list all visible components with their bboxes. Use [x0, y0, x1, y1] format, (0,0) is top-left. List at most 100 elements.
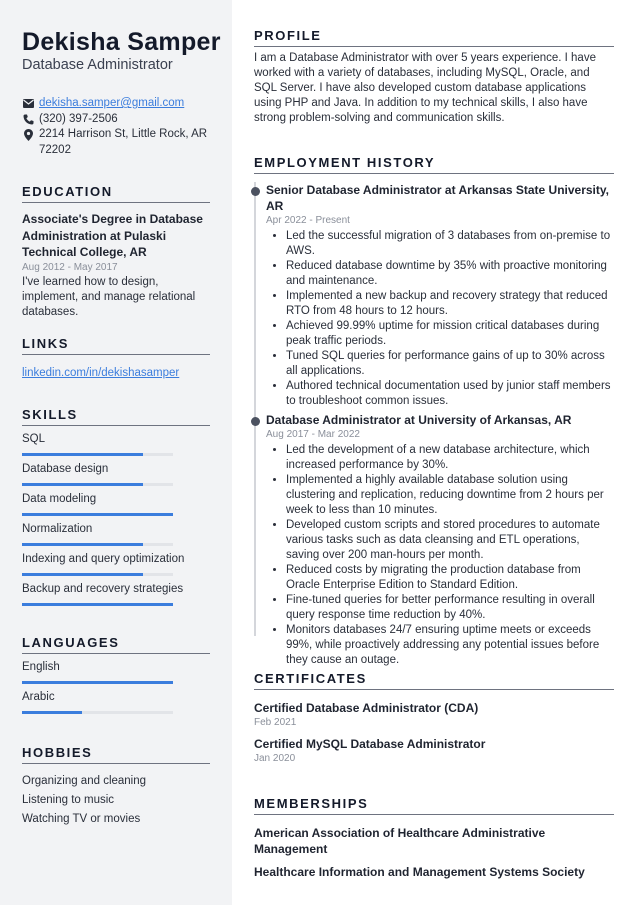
employment-section: EMPLOYMENT HISTORY Senior Database Admin…: [250, 155, 614, 668]
education-dates: Aug 2012 - May 2017: [22, 261, 118, 273]
certificate-title: Certified Database Administrator (CDA): [254, 701, 479, 715]
level-bar-fill: [22, 681, 173, 684]
job-bullet: Led the successful migration of 3 databa…: [286, 229, 614, 259]
certificates-section: CERTIFICATES Certified Database Administ…: [254, 671, 614, 766]
job-entry: Database Administrator at University of …: [250, 412, 614, 668]
profile-text: I am a Database Administrator with over …: [254, 52, 596, 124]
job-bullet: Reduced database downtime by 35% with pr…: [286, 259, 614, 289]
phone-text: (320) 397-2506: [39, 112, 118, 125]
contact-phone: (320) 397-2506: [22, 112, 212, 128]
job-bullet: Implemented a new backup and recovery st…: [286, 289, 614, 319]
level-bar-fill: [22, 483, 143, 486]
skill-label: Data modeling: [22, 493, 97, 505]
level-bar-track: [22, 513, 173, 516]
membership-item: American Association of Healthcare Admin…: [254, 826, 546, 856]
hobbies-heading: HOBBIES: [22, 745, 210, 764]
skill-item: SQL: [22, 426, 210, 456]
sidebar: Dekisha Samper Database Administrator de…: [0, 0, 232, 905]
language-label: English: [22, 661, 60, 673]
certificate-date: Feb 2021: [254, 717, 297, 728]
language-item: Arabic: [22, 684, 210, 714]
job-bullet: Monitors databases 24/7 ensuring uptime …: [286, 623, 614, 668]
certificate-date: Jan 2020: [254, 753, 296, 764]
level-bar-fill: [22, 453, 143, 456]
timeline-dot-icon: [250, 417, 260, 426]
skill-item: Indexing and query optimization: [22, 546, 210, 576]
certificate-item: Certified Database Administrator (CDA) F…: [254, 700, 614, 730]
level-bar-fill: [22, 543, 143, 546]
job-bullet: Fine-tuned queries for better performanc…: [286, 593, 614, 623]
job-bullet: Implemented a highly available database …: [286, 473, 614, 518]
envelope-icon: [22, 96, 34, 111]
education-degree: Associate's Degree in Database Administr…: [22, 212, 203, 259]
skills-list: SQL Database design Data modeling Normaliza…: [22, 426, 210, 606]
level-bar-track: [22, 711, 173, 714]
skills-section: SKILLS SQL Database design Data modeling No…: [22, 407, 210, 606]
hobby-item: Listening to music: [22, 794, 115, 806]
job-bullet: Achieved 99.99% uptime for mission criti…: [286, 319, 614, 349]
timeline-dot-icon: [250, 187, 260, 196]
linkedin-link[interactable]: linkedin.com/in/dekishasamper: [22, 367, 179, 379]
job-bullet: Authored technical documentation used by…: [286, 379, 614, 409]
email-link[interactable]: dekisha.samper@gmail.com: [39, 96, 184, 112]
language-label: Arabic: [22, 691, 55, 703]
employment-timeline: Senior Database Administrator at Arkansa…: [250, 182, 614, 668]
level-bar-fill: [22, 573, 143, 576]
job-bullet: Reduced costs by migrating the productio…: [286, 563, 614, 593]
profile-heading: PROFILE: [254, 28, 614, 47]
level-bar-track: [22, 603, 173, 606]
memberships-heading: MEMBERSHIPS: [254, 796, 614, 815]
level-bar-track: [22, 681, 173, 684]
certificate-item: Certified MySQL Database Administrator J…: [254, 736, 614, 766]
job-title: Senior Database Administrator at Arkansa…: [266, 183, 610, 213]
level-bar-fill: [22, 603, 173, 606]
skill-label: Normalization: [22, 523, 93, 535]
contact-address: 2214 Harrison St, Little Rock, AR 72202: [22, 127, 212, 158]
job-bullet: Developed custom scripts and stored proc…: [286, 518, 614, 563]
contact-email: dekisha.samper@gmail.com: [22, 96, 212, 112]
job-title: Database Administrator at University of …: [266, 413, 572, 427]
contact-info: dekisha.samper@gmail.com (320) 397-2506 …: [22, 96, 212, 158]
skill-label: Indexing and query optimization: [22, 553, 185, 565]
job-bullets: Led the development of a new database ar…: [266, 443, 614, 668]
links-section: LINKS linkedin.com/in/dekishasamper: [22, 336, 210, 381]
address-text: 2214 Harrison St, Little Rock, AR 72202: [39, 128, 208, 156]
job-dates: Aug 2017 - Mar 2022: [266, 429, 360, 440]
level-bar-fill: [22, 513, 173, 516]
level-bar-track: [22, 543, 173, 546]
skill-label: Backup and recovery strategies: [22, 583, 184, 595]
level-bar-track: [22, 483, 173, 486]
job-bullet: Tuned SQL queries for performance gains …: [286, 349, 614, 379]
skills-heading: SKILLS: [22, 407, 210, 426]
candidate-title: Database Administrator: [22, 57, 173, 73]
links-heading: LINKS: [22, 336, 210, 355]
education-section: EDUCATION Associate's Degree in Database…: [22, 184, 210, 320]
membership-item: Healthcare Information and Management Sy…: [254, 865, 585, 879]
level-bar-track: [22, 453, 173, 456]
memberships-section: MEMBERSHIPS American Association of Heal…: [254, 796, 614, 880]
skill-label: SQL: [22, 433, 46, 445]
level-bar-fill: [22, 711, 83, 714]
hobby-item: Organizing and cleaning: [22, 775, 147, 787]
level-bar-track: [22, 573, 173, 576]
candidate-name: Dekisha Samper: [22, 28, 221, 56]
job-bullets: Led the successful migration of 3 databa…: [266, 229, 614, 409]
map-pin-icon: [22, 127, 34, 142]
job-dates: Apr 2022 - Present: [266, 215, 350, 226]
education-heading: EDUCATION: [22, 184, 210, 203]
certificate-title: Certified MySQL Database Administrator: [254, 737, 486, 751]
employment-heading: EMPLOYMENT HISTORY: [254, 155, 614, 174]
phone-icon: [22, 112, 34, 127]
languages-heading: LANGUAGES: [22, 635, 210, 654]
language-item: English: [22, 654, 210, 684]
hobby-item: Watching TV or movies: [22, 813, 141, 825]
skill-item: Backup and recovery strategies: [22, 576, 210, 606]
education-description: I've learned how to design, implement, a…: [22, 275, 196, 318]
skill-item: Database design: [22, 456, 210, 486]
profile-section: PROFILE I am a Database Administrator wi…: [254, 28, 614, 126]
skill-item: Normalization: [22, 516, 210, 546]
certificates-heading: CERTIFICATES: [254, 671, 614, 690]
languages-section: LANGUAGES English Arabic: [22, 635, 210, 714]
job-bullet: Led the development of a new database ar…: [286, 443, 614, 473]
skill-item: Data modeling: [22, 486, 210, 516]
